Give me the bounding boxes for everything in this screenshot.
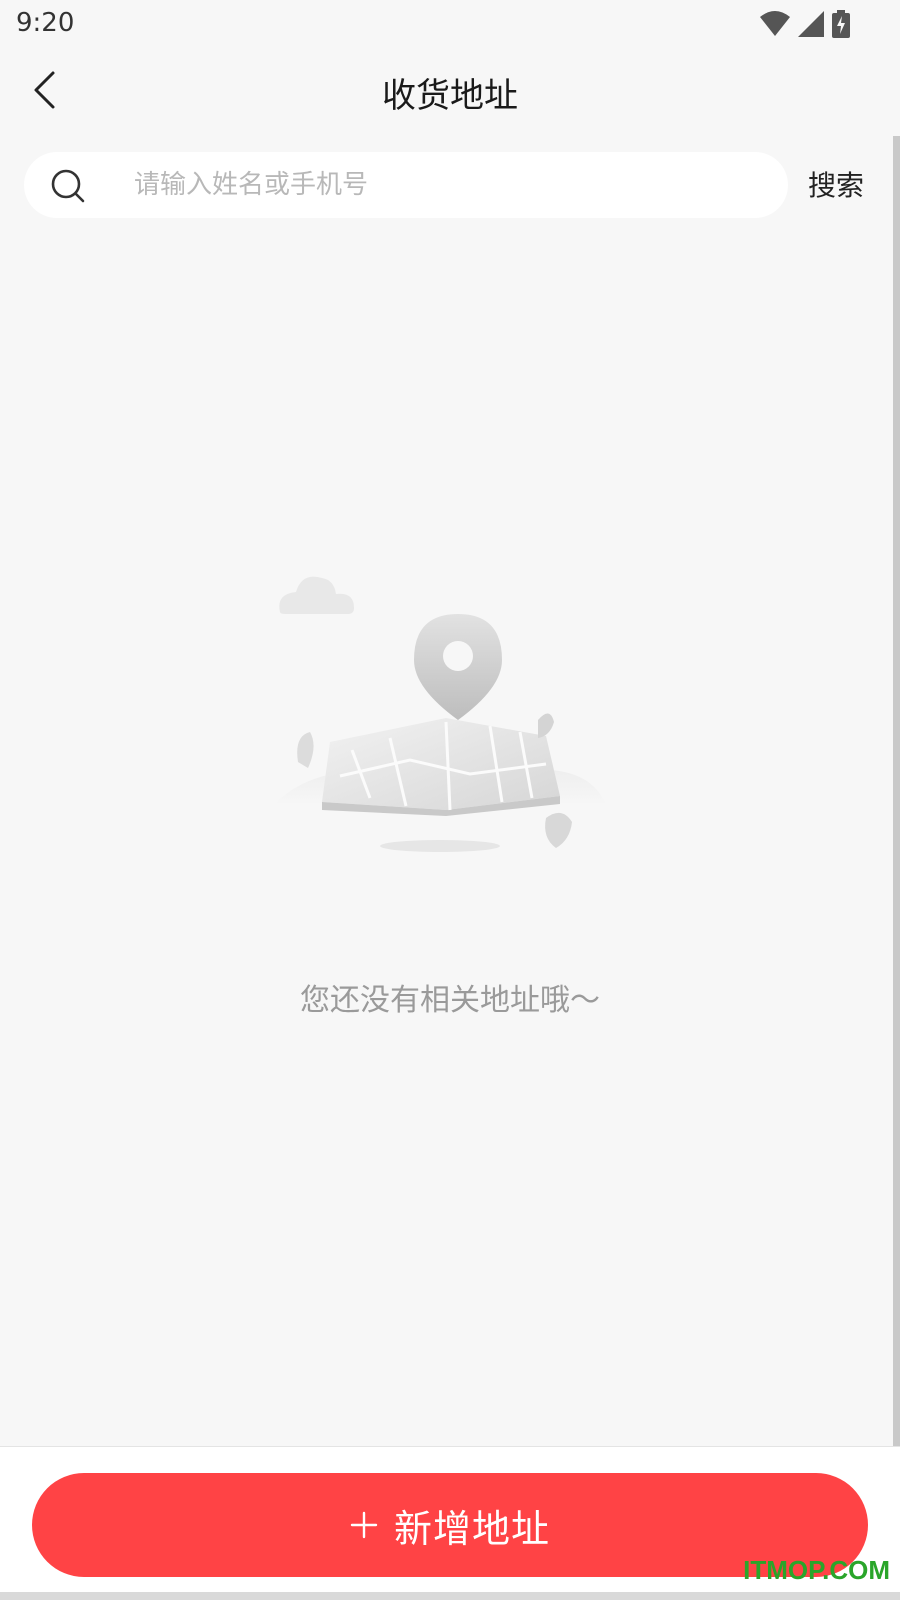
status-bar: 9:20	[0, 0, 900, 50]
search-button[interactable]: 搜索	[808, 164, 888, 204]
battery-charging-icon	[832, 10, 850, 38]
empty-state-message: 您还没有相关地址哦～	[300, 983, 600, 1018]
add-address-label: 新增地址	[393, 1506, 550, 1551]
nav-bar: 收货地址	[0, 50, 900, 134]
bottom-edge	[0, 1592, 900, 1600]
plus-icon	[350, 1511, 378, 1539]
page-title: 收货地址	[382, 76, 518, 116]
map-pin-illustration	[274, 576, 606, 852]
search-box	[24, 152, 788, 218]
wifi-icon	[760, 11, 790, 36]
search-row: 搜索	[0, 150, 900, 218]
search-icon	[51, 169, 85, 203]
search-input[interactable]	[108, 152, 768, 218]
status-icons	[760, 10, 850, 38]
scrollbar[interactable]	[893, 136, 900, 1498]
watermark: ITMOP.COM	[743, 1555, 890, 1585]
cellular-signal-icon	[798, 11, 824, 37]
status-time: 9:20	[16, 8, 75, 38]
